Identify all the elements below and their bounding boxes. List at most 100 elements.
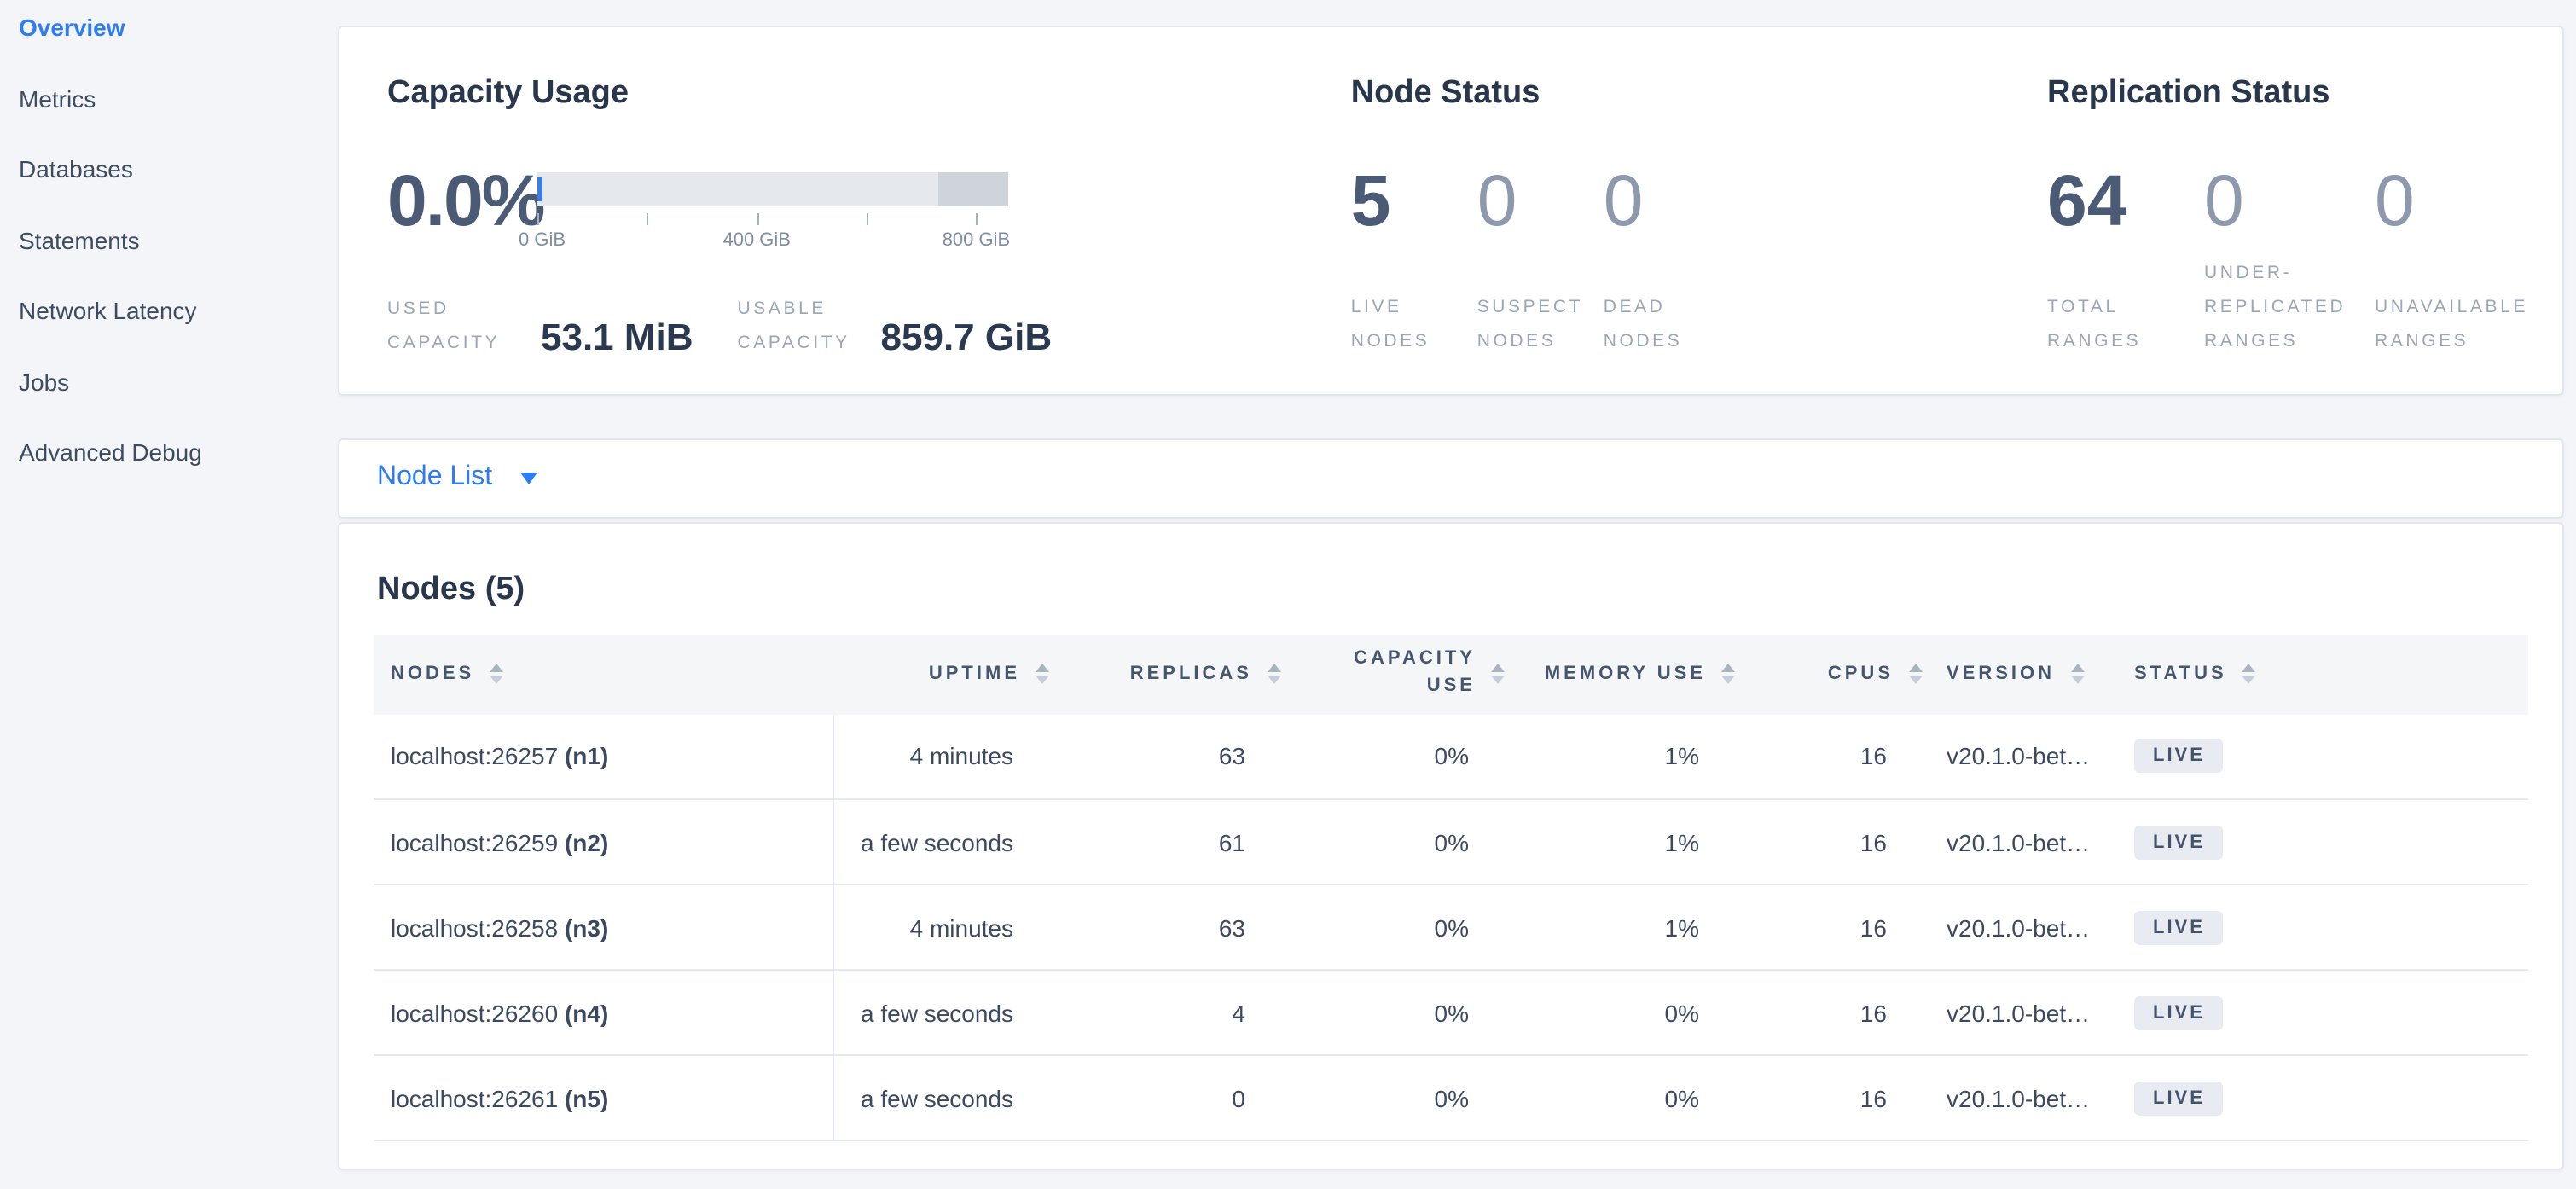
nodes-table-heading: Nodes (5)	[377, 571, 2562, 608]
used-capacity-value: 53.1 MiB	[541, 319, 693, 357]
column-header-status[interactable]: STATUS	[2107, 634, 2528, 714]
status-cell: LIVE	[2107, 884, 2528, 970]
capacity-gauge-axis	[537, 213, 1008, 225]
live-nodes-count: 5	[1351, 172, 1477, 230]
table-row: localhost:26258 (n3) 4 minutes 63 0% 1% …	[374, 884, 2528, 970]
node-id: (n3)	[565, 914, 608, 941]
suspect-nodes-count: 0	[1477, 172, 1604, 230]
sort-icon	[490, 664, 503, 684]
status-badge: LIVE	[2134, 825, 2224, 859]
axis-tick-label-0: 0 GiB	[519, 230, 566, 251]
axis-tick-label-400: 400 GiB	[722, 230, 791, 251]
chevron-down-icon	[519, 472, 537, 484]
memory-use-cell: 1%	[1505, 799, 1735, 884]
node-name-cell[interactable]: localhost:26257 (n1)	[374, 714, 833, 799]
node-status-title: Node Status	[1351, 77, 2047, 109]
capacity-used-percent: 0.0%	[387, 172, 537, 252]
version-cell: v20.1.0-bet…	[1923, 884, 2107, 970]
column-label: VERSION	[1947, 664, 2055, 684]
column-header-replicas[interactable]: REPLICAS	[1049, 634, 1281, 714]
uptime-cell: a few seconds	[833, 799, 1049, 884]
replicas-cell: 0	[1049, 1055, 1281, 1140]
status-cell: LIVE	[2107, 799, 2528, 884]
column-label: NODES	[391, 664, 474, 684]
version-cell: v20.1.0-bet…	[1923, 970, 2107, 1055]
sidebar-item-databases[interactable]: Databases	[0, 155, 338, 226]
version-cell: v20.1.0-bet…	[1923, 799, 2107, 884]
node-name-cell[interactable]: localhost:26260 (n4)	[374, 970, 833, 1055]
used-capacity-label: USED CAPACITY	[387, 293, 531, 362]
total-ranges-count: 64	[2047, 172, 2204, 230]
table-row: localhost:26261 (n5) a few seconds 0 0% …	[374, 1055, 2528, 1140]
node-address: localhost:26259	[391, 828, 558, 856]
table-row: localhost:26260 (n4) a few seconds 4 0% …	[374, 970, 2528, 1055]
node-id: (n5)	[565, 1084, 608, 1111]
suspect-nodes-label: SUSPECT NODES	[1477, 292, 1604, 360]
status-badge: LIVE	[2134, 910, 2224, 944]
nodes-table-card: Nodes (5) NODES UPTIME REPLICAS CAPACITY…	[338, 521, 2564, 1169]
capacity-gauge-chart: 0 GiB 400 GiB 800 GiB	[537, 172, 1008, 252]
table-row: localhost:26257 (n1) 4 minutes 63 0% 1% …	[374, 714, 2528, 799]
sort-icon	[1721, 664, 1735, 684]
node-list-dropdown-label: Node List	[377, 462, 492, 493]
cpus-cell: 16	[1735, 799, 1923, 884]
column-header-version[interactable]: VERSION	[1923, 634, 2107, 714]
uptime-cell: a few seconds	[833, 970, 1049, 1055]
node-name-cell[interactable]: localhost:26259 (n2)	[374, 799, 833, 884]
capacity-gauge-bar	[537, 172, 1008, 206]
live-nodes-label: LIVE NODES	[1351, 292, 1477, 360]
column-header-uptime[interactable]: UPTIME	[833, 634, 1049, 714]
node-id: (n4)	[565, 999, 608, 1026]
version-cell: v20.1.0-bet…	[1923, 714, 2107, 799]
sort-icon	[1909, 664, 1923, 684]
total-ranges-label: TOTAL RANGES	[2047, 292, 2204, 360]
memory-use-cell: 1%	[1505, 714, 1735, 799]
sidebar-item-advanced-debug[interactable]: Advanced Debug	[0, 438, 338, 509]
capacity-gauge-reserved-segment	[938, 172, 1008, 206]
table-row: localhost:26259 (n2) a few seconds 61 0%…	[374, 799, 2528, 884]
replicas-cell: 61	[1049, 799, 1281, 884]
column-label: CPUS	[1828, 664, 1894, 684]
column-header-memory-use[interactable]: MEMORY USE	[1505, 634, 1735, 714]
usable-capacity-value: 859.7 GiB	[881, 319, 1053, 357]
capacity-use-cell: 0%	[1281, 884, 1505, 970]
status-cell: LIVE	[2107, 714, 2528, 799]
column-header-nodes[interactable]: NODES	[374, 634, 833, 714]
status-cell: LIVE	[2107, 1055, 2528, 1140]
sidebar-item-jobs[interactable]: Jobs	[0, 368, 338, 438]
dead-nodes-count: 0	[1604, 172, 1730, 230]
sidebar-item-network-latency[interactable]: Network Latency	[0, 297, 338, 368]
node-name-cell[interactable]: localhost:26261 (n5)	[374, 1055, 833, 1140]
table-header-row: NODES UPTIME REPLICAS CAPACITY USE MEMOR…	[374, 634, 2528, 714]
node-list-selector-card: Node List	[338, 438, 2564, 518]
node-address: localhost:26260	[391, 999, 558, 1026]
replicas-cell: 63	[1049, 884, 1281, 970]
version-cell: v20.1.0-bet…	[1923, 1055, 2107, 1140]
sort-icon	[1268, 664, 1281, 684]
status-cell: LIVE	[2107, 970, 2528, 1055]
capacity-usage-title: Capacity Usage	[387, 77, 1351, 109]
column-header-capacity-use[interactable]: CAPACITY USE	[1281, 634, 1505, 714]
uptime-cell: 4 minutes	[833, 714, 1049, 799]
sort-icon	[1491, 664, 1505, 684]
memory-use-cell: 0%	[1505, 1055, 1735, 1140]
sidebar-item-statements[interactable]: Statements	[0, 226, 338, 297]
node-address: localhost:26258	[391, 914, 558, 941]
column-label: UPTIME	[929, 664, 1020, 684]
column-header-cpus[interactable]: CPUS	[1735, 634, 1923, 714]
status-badge: LIVE	[2134, 1081, 2224, 1115]
sidebar-item-overview[interactable]: Overview	[0, 14, 338, 84]
node-id: (n1)	[565, 743, 608, 770]
cpus-cell: 16	[1735, 714, 1923, 799]
sort-icon	[2242, 664, 2256, 684]
capacity-gauge-used-marker	[537, 177, 542, 201]
replication-status-section: Replication Status 64 0 0 TOTAL RANGES U…	[2047, 27, 2562, 394]
node-name-cell[interactable]: localhost:26258 (n3)	[374, 884, 833, 970]
unavailable-ranges-count: 0	[2375, 172, 2562, 230]
column-label: CAPACITY USE	[1339, 647, 1476, 701]
cpus-cell: 16	[1735, 970, 1923, 1055]
status-badge: LIVE	[2134, 995, 2224, 1030]
capacity-use-cell: 0%	[1281, 970, 1505, 1055]
node-list-dropdown[interactable]: Node List	[377, 462, 537, 493]
sidebar-item-metrics[interactable]: Metrics	[0, 84, 338, 155]
